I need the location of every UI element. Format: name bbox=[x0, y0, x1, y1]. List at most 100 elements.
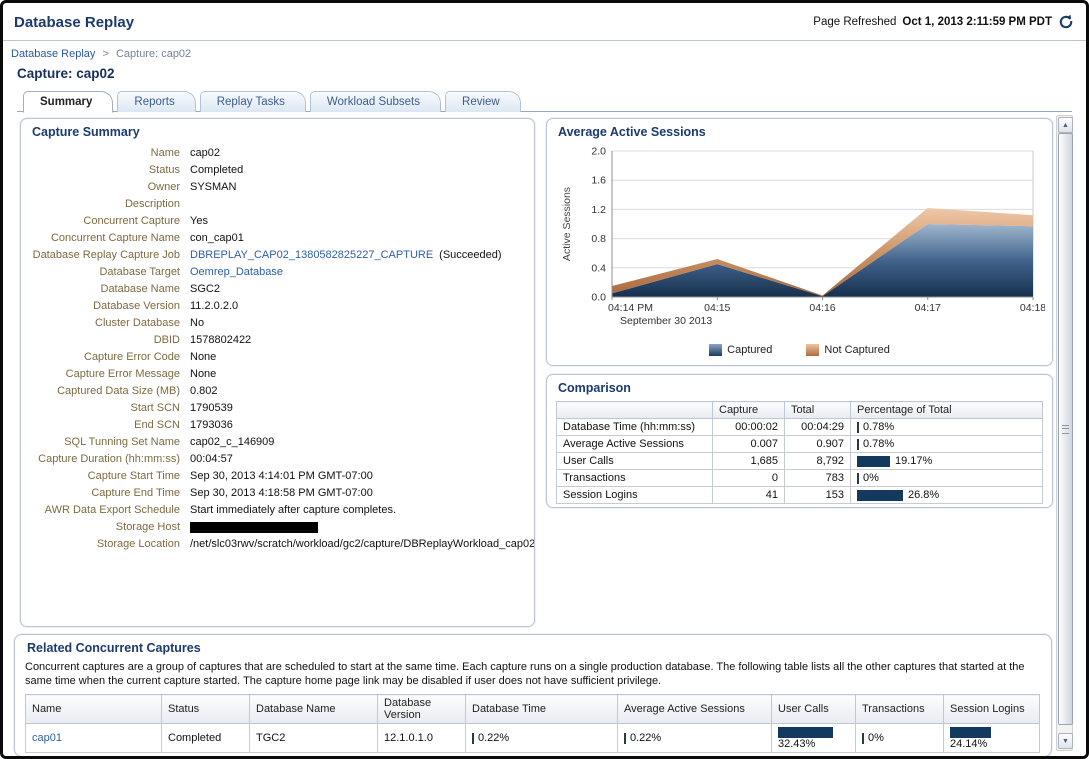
summary-field-row: AWR Data Export ScheduleStart immediatel… bbox=[30, 502, 525, 519]
tab-replay-tasks[interactable]: Replay Tasks bbox=[200, 91, 306, 112]
field-value bbox=[180, 521, 318, 534]
summary-field-row: Capture Start TimeSep 30, 2013 4:14:01 P… bbox=[30, 468, 525, 485]
summary-field-row: SQL Tunning Set Namecap02_c_146909 bbox=[30, 434, 525, 451]
total-value-cell: 8,792 bbox=[785, 453, 851, 470]
field-label: Owner bbox=[30, 181, 180, 194]
capture-name-cell: cap01 bbox=[26, 724, 162, 753]
field-label: Name bbox=[30, 147, 180, 160]
summary-field-row: OwnerSYSMAN bbox=[30, 179, 525, 196]
legend-label: Captured bbox=[727, 344, 772, 356]
field-label: Capture Error Code bbox=[30, 351, 180, 364]
percentage-label: 0.22% bbox=[630, 732, 661, 744]
field-value: 00:04:57 bbox=[180, 453, 233, 466]
field-value: No bbox=[180, 317, 204, 330]
field-label: Database Name bbox=[30, 283, 180, 296]
column-header: Name bbox=[26, 695, 162, 724]
capture-value-cell: 1,685 bbox=[713, 453, 785, 470]
header-divider bbox=[3, 40, 1086, 41]
app-title: Database Replay bbox=[14, 14, 134, 31]
percentage-label: 0.78% bbox=[863, 421, 894, 433]
chart-legend: CapturedNot Captured bbox=[556, 344, 1043, 356]
percentage-cell: 0.22% bbox=[618, 724, 772, 753]
page-refreshed-time: Oct 1, 2013 2:11:59 PM PDT bbox=[902, 16, 1052, 28]
vertical-scrollbar[interactable]: ▲ ▼ bbox=[1056, 115, 1073, 751]
field-value: None bbox=[180, 368, 216, 381]
field-label: Capture Start Time bbox=[30, 470, 180, 483]
y-tick-label: 0.8 bbox=[591, 233, 606, 245]
percentage-bar bbox=[857, 456, 890, 467]
field-label: Capture End Time bbox=[30, 487, 180, 500]
field-value: 1578802422 bbox=[180, 334, 251, 347]
summary-field-row: End SCN1793036 bbox=[30, 417, 525, 434]
x-axis-sublabel: September 30 2013 bbox=[620, 315, 712, 327]
percentage-label: 0% bbox=[868, 732, 884, 744]
column-header: Database Name bbox=[250, 695, 378, 724]
summary-field-row: Storage Location/net/slc03rwv/scratch/wo… bbox=[30, 536, 525, 553]
column-header: Session Logins bbox=[944, 695, 1040, 724]
capture-link[interactable]: cap01 bbox=[32, 732, 62, 744]
field-label: Capture Duration (hh:mm:ss) bbox=[30, 453, 180, 466]
tab-workload-subsets[interactable]: Workload Subsets bbox=[310, 91, 441, 112]
metric-cell: Transactions bbox=[557, 470, 713, 487]
y-tick-label: 2.0 bbox=[591, 146, 606, 158]
summary-field-row: Database Replay Capture JobDBREPLAY_CAP0… bbox=[30, 247, 525, 264]
scroll-up-button[interactable]: ▲ bbox=[1058, 117, 1073, 133]
total-value-cell: 783 bbox=[785, 470, 851, 487]
capture-summary-heading: Capture Summary bbox=[32, 125, 525, 139]
field-label: DBID bbox=[30, 334, 180, 347]
field-label: Capture Error Message bbox=[30, 368, 180, 381]
status-cell: Completed bbox=[162, 724, 250, 753]
field-label: SQL Tunning Set Name bbox=[30, 436, 180, 449]
tab-summary[interactable]: Summary bbox=[23, 91, 113, 113]
column-header: User Calls bbox=[772, 695, 856, 724]
tab-review[interactable]: Review bbox=[445, 91, 521, 112]
field-value: /net/slc03rwv/scratch/workload/gc2/captu… bbox=[180, 538, 535, 551]
comparison-row: Database Time (hh:mm:ss)00:00:0200:04:29… bbox=[557, 419, 1043, 436]
percentage-bar bbox=[857, 490, 903, 501]
refresh-icon[interactable] bbox=[1058, 14, 1074, 30]
page-refreshed-area: Page Refreshed Oct 1, 2013 2:11:59 PM PD… bbox=[813, 14, 1074, 30]
percentage-label: 32.43% bbox=[778, 738, 815, 750]
page-refreshed-label: Page Refreshed bbox=[813, 16, 896, 28]
field-label: Storage Location bbox=[30, 538, 180, 551]
table-row: cap01CompletedTGC212.1.0.1.00.22%0.22%32… bbox=[26, 724, 1040, 753]
summary-field-row: DBID1578802422 bbox=[30, 332, 525, 349]
percentage-tick bbox=[624, 733, 626, 744]
capture-value-cell: 0.007 bbox=[713, 436, 785, 453]
summary-field-row: Namecap02 bbox=[30, 145, 525, 162]
comparison-row: Session Logins4115326.8% bbox=[557, 487, 1043, 504]
top-bar: Database Replay Page Refreshed Oct 1, 20… bbox=[14, 8, 1074, 36]
field-value-link[interactable]: DBREPLAY_CAP02_1380582825227_CAPTURE bbox=[190, 249, 433, 261]
scroll-down-button[interactable]: ▼ bbox=[1058, 733, 1073, 749]
summary-field-row: Database Version11.2.0.2.0 bbox=[30, 298, 525, 315]
tab-bar: SummaryReportsReplay TasksWorkload Subse… bbox=[23, 89, 1066, 112]
field-value: Yes bbox=[180, 215, 208, 228]
tab-reports[interactable]: Reports bbox=[117, 91, 195, 112]
summary-field-row: Database TargetOemrep_Database bbox=[30, 264, 525, 281]
column-header: Capture bbox=[713, 402, 785, 419]
field-value: 1793036 bbox=[180, 419, 233, 432]
related-description: Concurrent captures are a group of captu… bbox=[25, 661, 1041, 688]
comparison-table: CaptureTotalPercentage of TotalDatabase … bbox=[556, 401, 1043, 504]
percentage-cell: 32.43% bbox=[772, 724, 856, 753]
y-axis-title: Active Sessions bbox=[561, 187, 573, 261]
percentage-tick bbox=[857, 439, 859, 450]
percentage-label: 0.78% bbox=[863, 438, 894, 450]
comparison-row: Average Active Sessions0.0070.9070.78% bbox=[557, 436, 1043, 453]
percentage-tick bbox=[857, 422, 859, 433]
field-value: Sep 30, 2013 4:14:01 PM GMT-07:00 bbox=[180, 470, 373, 483]
capture-value-cell: 00:00:02 bbox=[713, 419, 785, 436]
column-header: Database Version bbox=[378, 695, 466, 724]
field-value-link[interactable]: Oemrep_Database bbox=[190, 266, 283, 278]
field-label: Status bbox=[30, 164, 180, 177]
related-concurrent-captures-panel: Related Concurrent Captures Concurrent c… bbox=[14, 634, 1052, 757]
y-tick-label: 1.2 bbox=[591, 204, 606, 216]
summary-field-row: Storage Host bbox=[30, 519, 525, 536]
total-value-cell: 153 bbox=[785, 487, 851, 504]
breadcrumb-parent-link[interactable]: Database Replay bbox=[11, 48, 95, 60]
summary-field-row: Captured Data Size (MB)0.802 bbox=[30, 383, 525, 400]
summary-field-row: Cluster DatabaseNo bbox=[30, 315, 525, 332]
field-label: Description bbox=[30, 198, 180, 211]
database-version-cell: 12.1.0.1.0 bbox=[378, 724, 466, 753]
scroll-thumb[interactable] bbox=[1058, 133, 1073, 725]
